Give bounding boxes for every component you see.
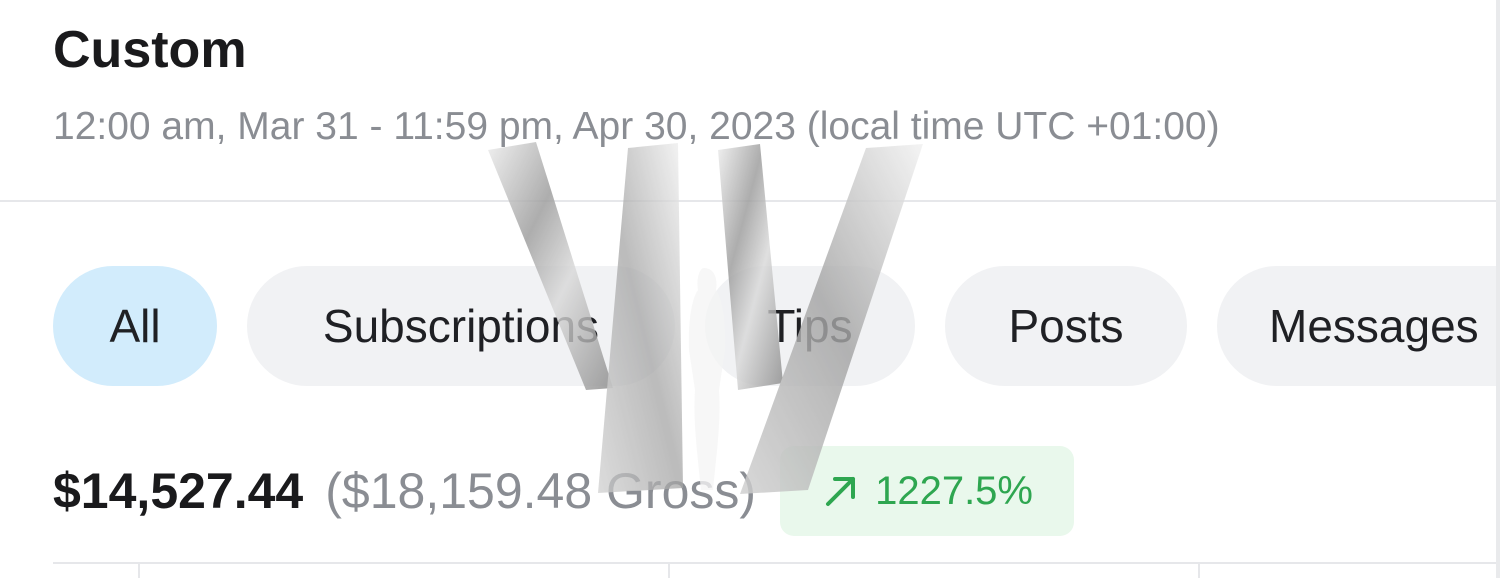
earnings-screen: Custom 12:00 am, Mar 31 - 11:59 pm, Apr … [0, 0, 1496, 578]
table-top-border [53, 562, 1496, 564]
net-earnings: $14,527.44 [53, 463, 304, 519]
table-column-divider [668, 564, 670, 578]
filter-tabs: All Subscriptions Tips Posts Messages [53, 266, 1496, 386]
change-badge: 1227.5% [780, 446, 1075, 536]
table-column-divider [138, 564, 140, 578]
date-range[interactable]: 12:00 am, Mar 31 - 11:59 pm, Apr 30, 202… [53, 104, 1220, 151]
earnings-summary: $14,527.44 ($18,159.48 Gross) 1227.5% [53, 446, 1075, 536]
tab-messages[interactable]: Messages [1217, 266, 1496, 386]
right-edge-bar [1496, 0, 1500, 578]
table-column-divider [1198, 564, 1200, 578]
tab-tips[interactable]: Tips [705, 266, 915, 386]
change-percentage: 1227.5% [875, 468, 1033, 513]
tab-posts[interactable]: Posts [945, 266, 1187, 386]
tab-all[interactable]: All [53, 266, 217, 386]
tab-subscriptions[interactable]: Subscriptions [247, 266, 675, 386]
trend-up-arrow-icon [821, 471, 861, 511]
page-title: Custom [53, 21, 247, 79]
header-divider [0, 200, 1496, 202]
gross-earnings: ($18,159.48 Gross) [325, 463, 757, 519]
